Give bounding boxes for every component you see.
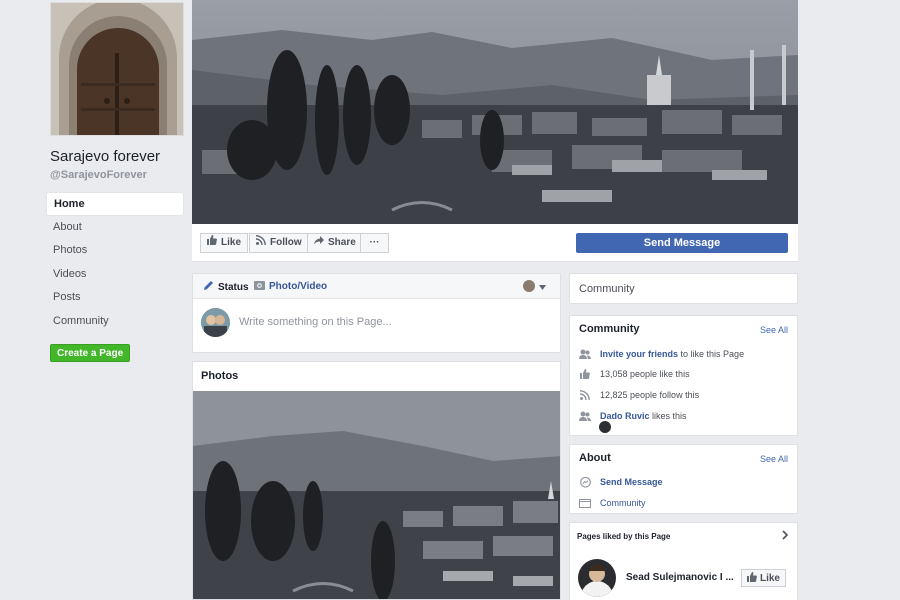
camera-icon	[254, 280, 265, 293]
like-label: Like	[221, 237, 242, 248]
friend-name-link[interactable]: Dado Ruvic	[600, 411, 650, 421]
community-see-all-link[interactable]: See All	[760, 325, 788, 335]
pages-liked-heading: Pages liked by this Page	[577, 532, 671, 541]
share-label: Share	[328, 237, 356, 248]
post-as-selector[interactable]	[523, 279, 546, 293]
follows-count-row: 12,825 people follow this	[579, 389, 699, 401]
nav-item-videos[interactable]: Videos	[46, 263, 184, 287]
category-label[interactable]: Community	[579, 283, 635, 295]
page-action-bar: Like Follow Share ··· Send Message	[192, 224, 798, 262]
about-send-message-link[interactable]: Send Message	[600, 477, 663, 487]
photos-section: Photos	[192, 361, 561, 600]
liked-page-avatar[interactable]	[578, 559, 616, 597]
thumbs-up-icon	[207, 234, 217, 252]
page-title: Sarajevo forever	[50, 148, 161, 165]
pencil-icon	[203, 280, 214, 294]
invite-rest-text: to like this Page	[678, 349, 745, 359]
friend-avatar[interactable]	[599, 421, 611, 433]
community-card: Community See All Invite your friends to…	[569, 315, 798, 436]
likes-count-row: 13,058 people like this	[579, 368, 690, 380]
tab-photo-label: Photo/Video	[269, 281, 328, 292]
page-handle[interactable]: @SarajevoForever	[50, 169, 147, 181]
profile-picture[interactable]	[50, 2, 184, 136]
thumbs-up-icon	[746, 571, 757, 585]
liked-page-name-link[interactable]: Sead Sulejmanovic I ...	[626, 572, 734, 583]
about-heading: About	[579, 452, 611, 464]
community-heading: Community	[579, 323, 640, 335]
chevron-right-icon[interactable]	[782, 530, 789, 543]
about-category-link[interactable]: Community	[600, 498, 646, 508]
share-button[interactable]: Share	[307, 233, 363, 253]
about-see-all-link[interactable]: See All	[760, 454, 788, 464]
small-avatar	[523, 280, 535, 292]
friend-likes-row: Dado Ruvic likes this	[579, 410, 687, 422]
people-icon	[579, 348, 591, 360]
like-button[interactable]: Like	[200, 233, 249, 253]
cover-photo[interactable]	[192, 0, 798, 224]
user-avatar	[201, 308, 230, 337]
thumbs-up-icon	[579, 368, 591, 380]
pages-liked-card: Pages liked by this Page Sead Sulejmanov…	[569, 522, 798, 600]
about-category-row: Community	[579, 497, 646, 509]
category-card: Community	[569, 273, 798, 304]
left-nav: Home About Photos Videos Posts Community	[46, 192, 184, 334]
create-page-button[interactable]: Create a Page	[50, 344, 131, 362]
send-message-button[interactable]: Send Message	[576, 233, 788, 253]
photo-thumbnail[interactable]	[193, 391, 560, 599]
nav-item-posts[interactable]: Posts	[46, 286, 184, 310]
invite-friends-row: Invite your friends to like this Page	[579, 348, 744, 360]
follow-button[interactable]: Follow	[249, 233, 309, 253]
rss-icon	[579, 389, 591, 401]
liked-page-like-button[interactable]: Like	[740, 569, 786, 587]
nav-item-home[interactable]: Home	[46, 192, 184, 216]
nav-item-about[interactable]: About	[46, 216, 184, 240]
rss-icon	[255, 234, 266, 252]
tab-status-label: Status	[218, 281, 249, 293]
composer-input[interactable]: Write something on this Page...	[239, 316, 392, 328]
people-icon	[579, 410, 591, 422]
more-options-button[interactable]: ···	[360, 233, 389, 253]
messenger-icon	[579, 476, 591, 488]
about-message-row: Send Message	[579, 476, 663, 488]
friend-likes-text: likes this	[649, 411, 687, 421]
liked-page-like-label: Like	[759, 572, 780, 584]
invite-friends-link[interactable]: Invite your friends	[600, 349, 678, 359]
post-composer: Status Photo/Video Write something on th…	[192, 273, 561, 353]
composer-tabs: Status Photo/Video	[193, 274, 560, 299]
nav-item-community[interactable]: Community	[46, 310, 184, 334]
follow-label: Follow	[270, 237, 302, 248]
folder-icon	[579, 497, 591, 509]
follows-count-text: 12,825 people follow this	[600, 390, 700, 400]
photos-heading[interactable]: Photos	[193, 362, 560, 391]
composer-body: Write something on this Page...	[193, 299, 560, 353]
tab-status[interactable]: Status	[203, 280, 249, 294]
caret-down-icon	[539, 279, 546, 293]
share-arrow-icon	[314, 234, 324, 252]
nav-item-photos[interactable]: Photos	[46, 239, 184, 263]
likes-count-text: 13,058 people like this	[600, 369, 690, 379]
tab-photo-video[interactable]: Photo/Video	[254, 280, 327, 293]
about-card: About See All Send Message Community	[569, 444, 798, 514]
